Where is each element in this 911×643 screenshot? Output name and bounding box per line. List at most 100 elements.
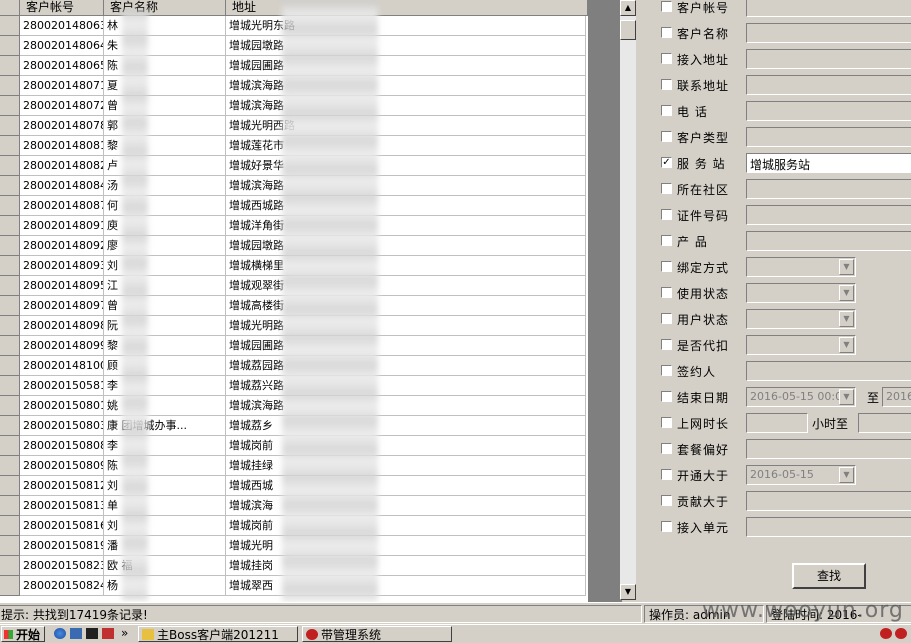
filter-checkbox[interactable] <box>661 79 672 90</box>
quicklaunch-chevron-icon[interactable]: » <box>121 625 128 641</box>
filter-checkbox[interactable] <box>661 365 672 376</box>
filter-checkbox[interactable] <box>661 495 672 506</box>
filter-checkbox[interactable]: ✓ <box>661 157 672 168</box>
filter-input[interactable] <box>746 205 911 225</box>
command-prompt-icon[interactable] <box>86 628 98 639</box>
filter-checkbox[interactable] <box>661 105 672 116</box>
row-selector[interactable] <box>0 576 20 596</box>
table-row[interactable]: 280020148084 汤增城滨海路 <box>0 176 622 196</box>
start-button[interactable]: 开始 <box>1 626 45 642</box>
row-selector[interactable] <box>0 156 20 176</box>
filter-input[interactable] <box>746 127 911 147</box>
row-selector[interactable] <box>0 36 20 56</box>
row-selector[interactable] <box>0 396 20 416</box>
filter-checkbox[interactable] <box>661 1 672 12</box>
chevron-down-icon[interactable]: ▼ <box>839 311 854 327</box>
table-row[interactable]: 280020150808 李增城岗前 <box>0 436 622 456</box>
table-row[interactable]: 280020148063 林增城光明东路 <box>0 16 622 36</box>
filter-input[interactable] <box>746 23 911 43</box>
table-row[interactable]: 280020150816 刘增城岗前 <box>0 516 622 536</box>
filter-checkbox[interactable] <box>661 417 672 428</box>
search-button[interactable]: 查找 <box>792 563 866 589</box>
row-selector[interactable] <box>0 416 20 436</box>
chevron-down-icon[interactable]: ▼ <box>839 285 854 301</box>
filter-input[interactable] <box>746 0 911 17</box>
filter-input[interactable] <box>746 101 911 121</box>
filter-checkbox[interactable] <box>661 391 672 402</box>
table-row[interactable]: 280020148087 何增城西城路 <box>0 196 622 216</box>
row-selector[interactable] <box>0 516 20 536</box>
filter-input[interactable] <box>746 231 911 251</box>
filter-select[interactable]: ▼ <box>746 335 856 355</box>
filter-select[interactable]: 2016-05-15 ▼ <box>746 465 856 485</box>
filter-checkbox[interactable] <box>661 183 672 194</box>
table-row[interactable]: 280020150823 欧 福增城挂岗 <box>0 556 622 576</box>
filter-checkbox[interactable] <box>661 131 672 142</box>
chevron-down-icon[interactable]: ▼ <box>839 467 854 483</box>
table-row[interactable]: 280020148072 曾增城滨海路 <box>0 96 622 116</box>
filter-input[interactable]: 增城服务站 <box>746 153 911 173</box>
taskbar-task-management[interactable]: 带管理系统 <box>302 626 452 642</box>
table-row[interactable]: 280020150803 康 团增城办事... 增城荔乡 <box>0 416 622 436</box>
filter-input[interactable] <box>746 439 911 459</box>
row-selector[interactable] <box>0 256 20 276</box>
row-selector[interactable] <box>0 336 20 356</box>
column-header-account[interactable]: 客户帐号 <box>20 0 104 15</box>
filter-input[interactable] <box>746 491 911 511</box>
filter-select[interactable]: ▼ <box>746 283 856 303</box>
filter-input[interactable] <box>746 75 911 95</box>
table-row[interactable]: 280020148081 黎增城莲花市 <box>0 136 622 156</box>
filter-input[interactable] <box>746 179 911 199</box>
table-row[interactable]: 280020150581 李增城荔兴路 <box>0 376 622 396</box>
quicklaunch-icon[interactable] <box>102 628 114 639</box>
row-selector[interactable] <box>0 56 20 76</box>
row-selector[interactable] <box>0 496 20 516</box>
row-selector[interactable] <box>0 556 20 576</box>
grid-scrollbar-thumb[interactable] <box>620 20 636 40</box>
table-row[interactable]: 280020148064 朱增城园墩路 <box>0 36 622 56</box>
table-row[interactable]: 280020150819 潘增城光明 <box>0 536 622 556</box>
scroll-down-button[interactable]: ▼ <box>620 584 636 600</box>
taskbar-task-boss-client[interactable]: 主Boss客户端201211 <box>138 626 298 642</box>
row-selector[interactable] <box>0 476 20 496</box>
row-selector[interactable] <box>0 116 20 136</box>
row-selector[interactable] <box>0 536 20 556</box>
table-row[interactable]: 280020148097 曾增城高楼街 <box>0 296 622 316</box>
row-selector[interactable] <box>0 376 20 396</box>
filter-select[interactable]: ▼ <box>746 309 856 329</box>
filter-input[interactable] <box>746 361 911 381</box>
row-selector[interactable] <box>0 276 20 296</box>
row-selector[interactable] <box>0 216 20 236</box>
online-hours-max-input[interactable] <box>858 413 911 433</box>
table-row[interactable]: 280020148092 廖增城园墩路 <box>0 236 622 256</box>
row-selector[interactable] <box>0 456 20 476</box>
desktop-icon[interactable] <box>70 628 82 639</box>
filter-checkbox[interactable] <box>661 261 672 272</box>
filter-checkbox[interactable] <box>661 53 672 64</box>
filter-checkbox[interactable] <box>661 339 672 350</box>
tray-icon[interactable] <box>895 628 907 639</box>
table-row[interactable]: 280020148071 夏增城滨海路 <box>0 76 622 96</box>
table-row[interactable]: 280020148093 刘增城横梯里 <box>0 256 622 276</box>
filter-checkbox[interactable] <box>661 469 672 480</box>
browser-icon[interactable] <box>54 628 66 639</box>
row-selector[interactable] <box>0 16 20 36</box>
table-row[interactable]: 280020148078 郭增城光明西路 <box>0 116 622 136</box>
table-row[interactable]: 280020150801 姚增城滨海路 <box>0 396 622 416</box>
grid-scrollbar-track[interactable] <box>620 16 636 586</box>
filter-checkbox[interactable] <box>661 235 672 246</box>
filter-input[interactable] <box>746 49 911 69</box>
filter-checkbox[interactable] <box>661 521 672 532</box>
table-row[interactable]: 280020148082 卢增城好景华 <box>0 156 622 176</box>
filter-checkbox[interactable] <box>661 313 672 324</box>
table-row[interactable]: 280020150824 杨增城翠西 <box>0 576 622 596</box>
table-row[interactable]: 280020148098 阮增城光明路 <box>0 316 622 336</box>
table-row[interactable]: 280020150813 单增城滨海 <box>0 496 622 516</box>
row-selector[interactable] <box>0 96 20 116</box>
row-selector[interactable] <box>0 356 20 376</box>
column-header-name[interactable]: 客户名称 <box>104 0 226 15</box>
filter-checkbox[interactable] <box>661 443 672 454</box>
filter-checkbox[interactable] <box>661 27 672 38</box>
chevron-down-icon[interactable]: ▼ <box>839 259 854 275</box>
online-hours-min-input[interactable] <box>746 413 808 433</box>
